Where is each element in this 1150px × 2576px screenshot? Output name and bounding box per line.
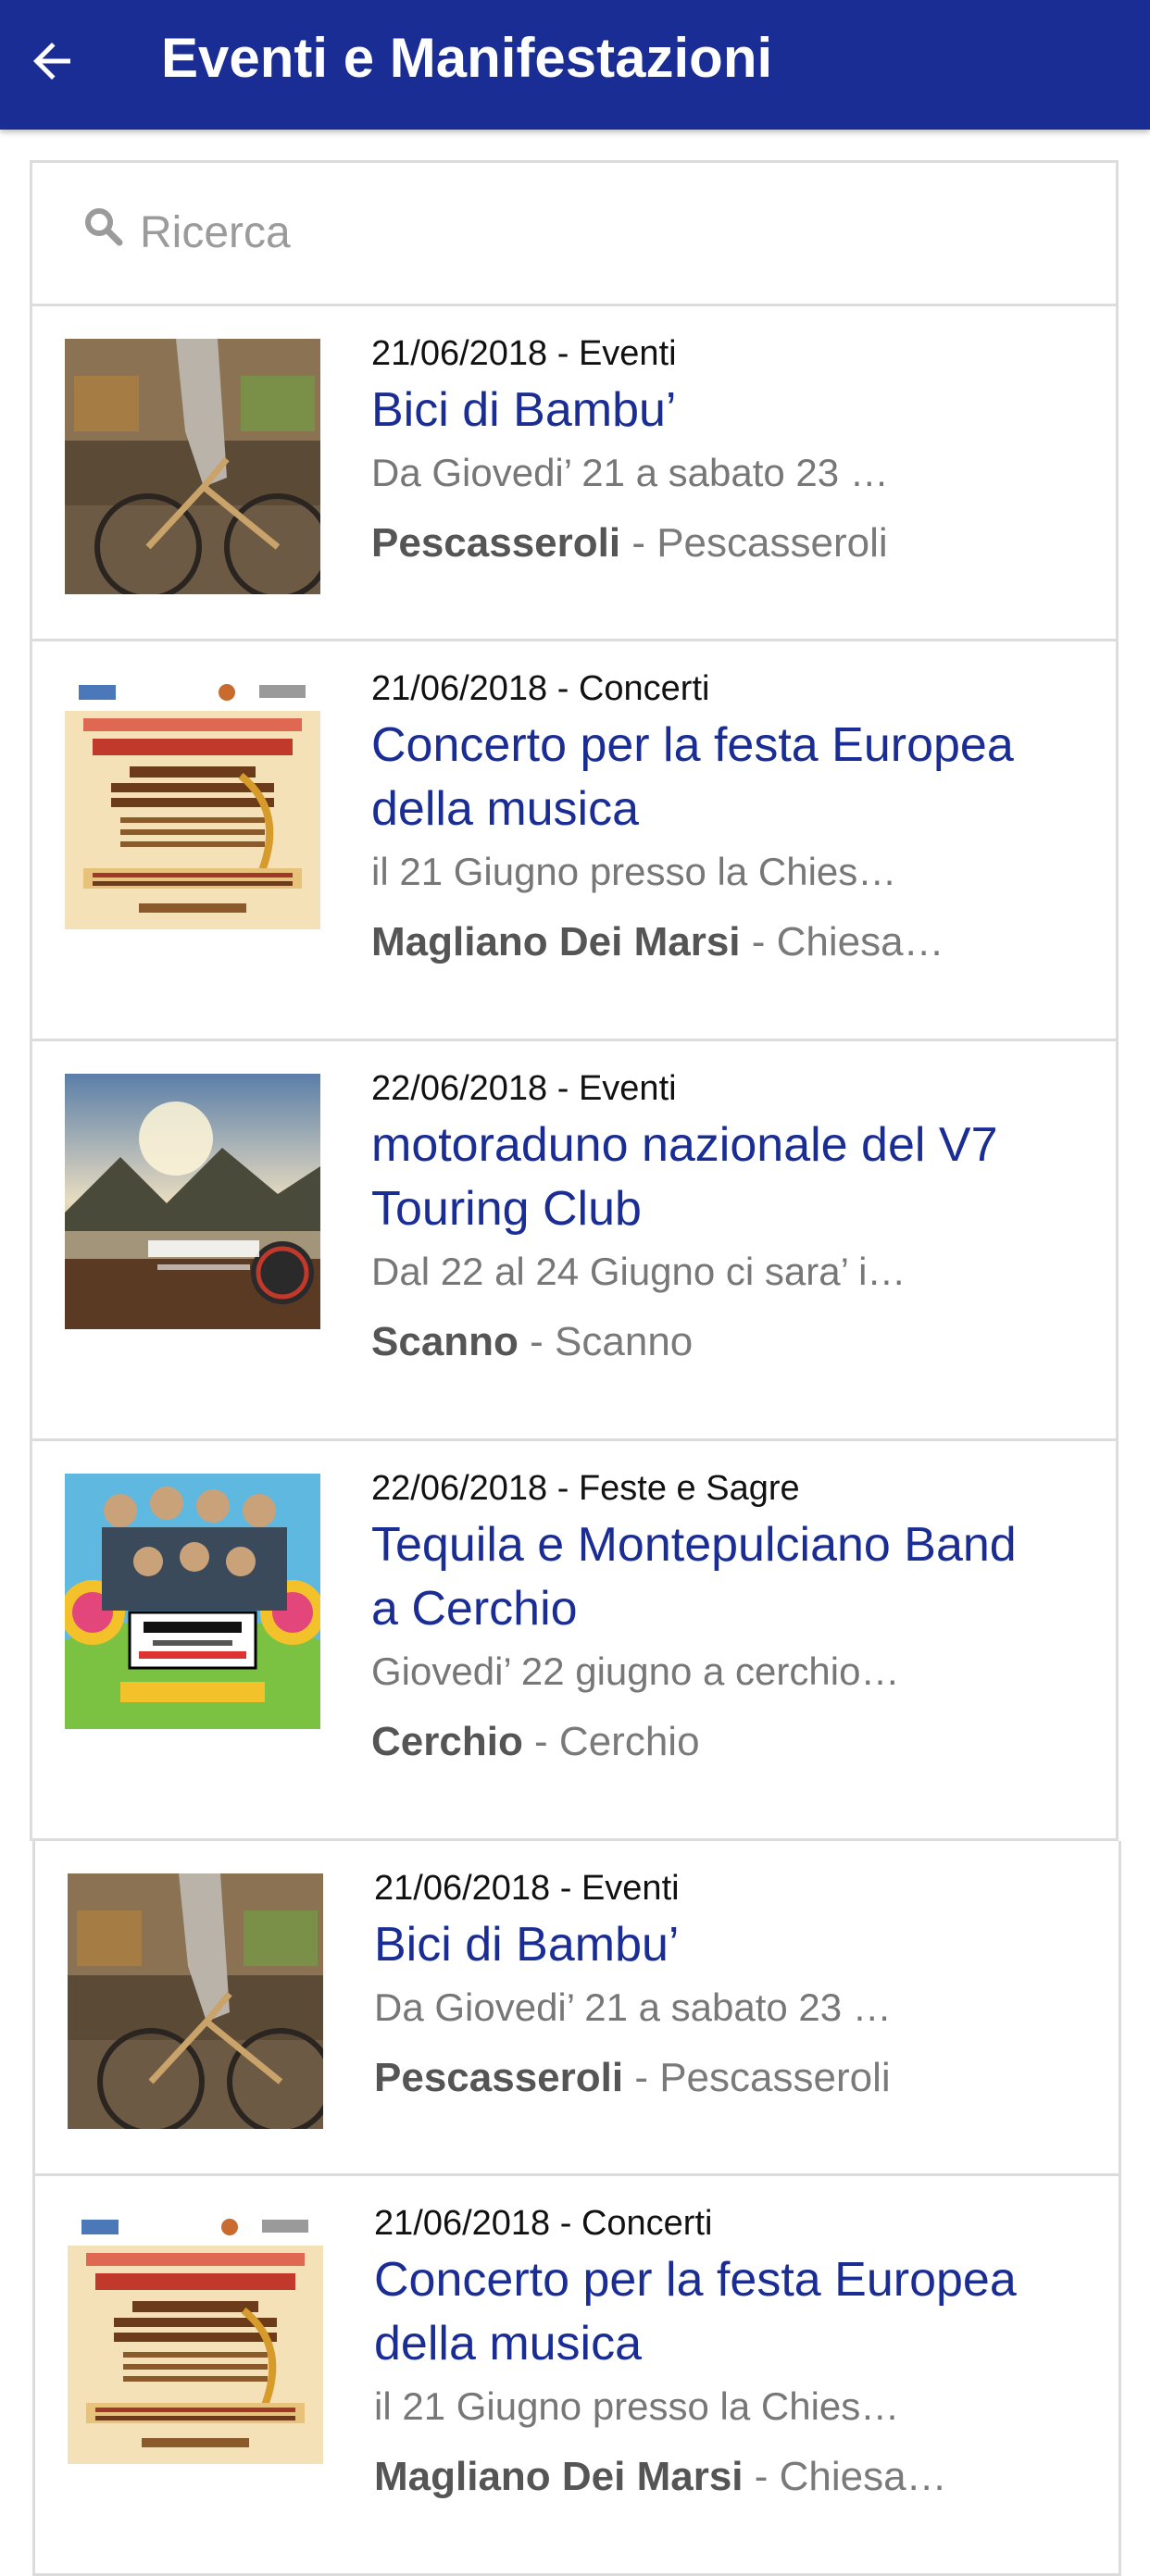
event-description: Giovedi’ 22 giugno a cerchio… — [371, 1649, 900, 1693]
event-address: - Scanno — [518, 1319, 694, 1364]
event-title[interactable]: Bici di Bambu’ — [371, 379, 1019, 442]
event-title[interactable]: motoraduno nazionale del V7 Touring Club — [371, 1114, 1019, 1241]
search-icon — [85, 208, 123, 246]
event-place: Scanno — [371, 1319, 519, 1364]
event-place: Pescasseroli — [374, 2055, 624, 2100]
event-title[interactable]: Concerto per la festa Europea della musi… — [371, 714, 1019, 841]
event-location: Magliano Dei Marsi - Chiesa… — [374, 2437, 1022, 2517]
arrow-left-icon — [33, 43, 70, 80]
event-card[interactable]: 21/06/2018 - Eventi Bici di Bambu’ Da Gi… — [30, 306, 1119, 641]
search-bar[interactable] — [30, 160, 1119, 306]
event-description: Da Giovedi’ 21 a sabato 23 … — [371, 451, 889, 494]
event-title[interactable]: Tequila e Montepulciano Band a Cerchio — [371, 1513, 1019, 1641]
event-location: Pescasseroli - Pescasseroli — [374, 2038, 1022, 2118]
event-meta: 22/06/2018 - Feste e Sagre — [371, 1469, 800, 1508]
event-address: - Cerchio — [522, 1719, 700, 1764]
event-place: Pescasseroli — [371, 520, 621, 566]
event-place: Magliano Dei Marsi — [374, 2454, 744, 2499]
event-meta: 22/06/2018 - Eventi — [371, 1069, 677, 1108]
event-location: Pescasseroli - Pescasseroli — [371, 504, 1019, 583]
event-place: Magliano Dei Marsi — [371, 919, 741, 964]
event-meta: 21/06/2018 - Eventi — [371, 334, 677, 373]
event-meta: 21/06/2018 - Eventi — [374, 1869, 680, 1908]
event-address: - Pescasseroli — [623, 2055, 891, 2100]
event-image — [65, 339, 320, 594]
page-title: Eventi e Manifestazioni — [161, 27, 773, 89]
event-place: Cerchio — [371, 1719, 523, 1764]
event-card[interactable]: 21/06/2018 - Concerti Concerto per la fe… — [30, 641, 1119, 1041]
event-description: Dal 22 al 24 Giugno ci sara’ i… — [371, 1250, 906, 1293]
event-location: Cerchio - Cerchio — [371, 1702, 1019, 1782]
event-meta: 21/06/2018 - Concerti — [374, 2204, 713, 2243]
event-image — [65, 674, 320, 929]
event-card[interactable]: 21/06/2018 - Concerti Concerto per la fe… — [32, 2176, 1121, 2576]
search-input[interactable] — [140, 191, 1066, 274]
event-card[interactable]: 22/06/2018 - Feste e Sagre Tequila e Mon… — [30, 1441, 1119, 1841]
back-button[interactable] — [15, 24, 89, 98]
event-location: Scanno - Scanno — [371, 1302, 1019, 1382]
event-image — [68, 1873, 323, 2129]
app-bar: Eventi e Manifestazioni — [0, 0, 1150, 130]
event-image — [65, 1474, 320, 1729]
event-title[interactable]: Bici di Bambu’ — [374, 1913, 1022, 1977]
event-title[interactable]: Concerto per la festa Europea della musi… — [374, 2248, 1022, 2376]
event-address: - Pescasseroli — [620, 520, 888, 566]
event-image — [68, 2209, 323, 2464]
event-card[interactable]: 21/06/2018 - Eventi Bici di Bambu’ Da Gi… — [32, 1841, 1121, 2176]
event-meta: 21/06/2018 - Concerti — [371, 669, 710, 708]
event-address: - Chiesa… — [740, 919, 944, 964]
event-description: il 21 Giugno presso la Chies… — [374, 2384, 900, 2428]
event-description: Da Giovedi’ 21 a sabato 23 … — [374, 1985, 892, 2029]
event-location: Magliano Dei Marsi - Chiesa… — [371, 902, 1019, 982]
event-description: il 21 Giugno presso la Chies… — [371, 850, 897, 893]
event-address: - Chiesa… — [743, 2454, 947, 2499]
event-card[interactable]: 22/06/2018 - Eventi motoraduno nazionale… — [30, 1041, 1119, 1441]
event-image — [65, 1074, 320, 1329]
